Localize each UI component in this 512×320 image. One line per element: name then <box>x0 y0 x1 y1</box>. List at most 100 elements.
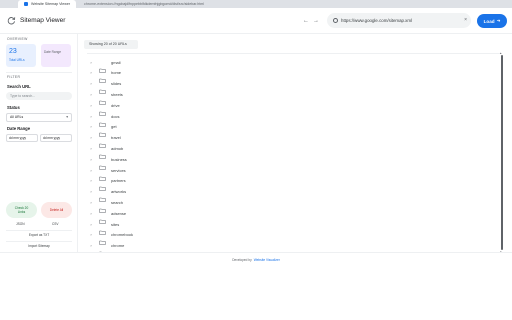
chevron-right-icon[interactable]: › <box>88 146 94 151</box>
tree-row-label: artworks <box>111 189 127 195</box>
export-json-button[interactable]: JSON <box>16 222 25 226</box>
chevron-right-icon[interactable]: › <box>88 70 94 75</box>
tree-row[interactable]: › business <box>87 154 497 170</box>
chevron-right-icon[interactable]: › <box>88 222 94 227</box>
load-button[interactable]: Load ➜ <box>477 14 507 28</box>
chevron-right-icon[interactable]: › <box>88 232 94 237</box>
folder-icon <box>99 103 106 116</box>
chevron-right-icon[interactable]: › <box>88 135 94 140</box>
tree-row[interactable]: › admob <box>87 143 497 159</box>
chevron-right-icon[interactable]: › <box>88 178 94 183</box>
chevron-right-icon[interactable]: › <box>88 211 94 216</box>
export-txt-button[interactable]: Export as TXT <box>6 230 72 238</box>
url-tree: › gmail › home › slides › sheets › drive › docs › get… <box>87 53 500 252</box>
delete-all-button[interactable]: Delete All <box>41 202 72 218</box>
chevron-right-icon[interactable]: › <box>88 92 94 97</box>
tree-row[interactable]: › chrome <box>87 241 497 252</box>
tree-row[interactable]: › services <box>87 165 497 181</box>
back-arrow-icon[interactable]: ← <box>303 17 309 25</box>
tree-row-label: home <box>111 70 122 76</box>
browser-chrome: Website Sitemap Viewer chrome-extension:… <box>0 0 512 8</box>
folder-icon <box>99 222 106 235</box>
globe-icon <box>333 18 338 23</box>
chevron-right-icon[interactable]: › <box>88 189 94 194</box>
tree-row[interactable]: › home <box>87 68 497 84</box>
total-urls-label: Total URLs <box>9 58 25 62</box>
tree-row-label: drive <box>111 102 120 108</box>
tree-row-label: sites <box>111 221 120 227</box>
chevron-right-icon[interactable]: › <box>88 200 94 205</box>
date-from-input[interactable]: dd mm yyyy <box>6 134 38 142</box>
import-sitemap-button[interactable]: Import Sitemap <box>6 241 72 249</box>
tree-row[interactable]: › get <box>87 122 497 138</box>
tree-row-label: chrome <box>111 243 125 249</box>
tree-row-label: admob <box>111 145 124 151</box>
tab-title: Website Sitemap Viewer <box>31 2 71 6</box>
folder-icon <box>99 243 106 252</box>
overview-label: OVERVIEW <box>7 37 28 41</box>
tree-row[interactable]: › gmail <box>87 57 497 73</box>
chevron-right-icon[interactable]: › <box>88 124 94 129</box>
tree-row[interactable]: › adsense <box>87 208 497 224</box>
browser-tab[interactable]: Website Sitemap Viewer <box>18 0 77 8</box>
tree-row[interactable]: › travel <box>87 133 497 148</box>
folder-icon <box>99 168 106 181</box>
sidebar: OVERVIEW 23 Total URLs Date Range FILTER… <box>0 34 78 252</box>
load-button-label: Load <box>483 18 495 24</box>
search-url-input[interactable]: Type to search... <box>6 92 72 100</box>
tree-row-label: business <box>111 156 127 162</box>
forward-arrow-icon[interactable]: → <box>313 17 319 25</box>
tree-row-label: gmail <box>111 59 121 65</box>
date-range-card-label: Date Range <box>44 50 62 54</box>
check-links-button[interactable]: Check 20 Links <box>6 202 37 218</box>
scrollbar[interactable] <box>501 55 503 250</box>
app-header: Sitemap Viewer ← → https://www.google.co… <box>0 8 512 34</box>
folder-icon <box>99 135 106 148</box>
chevron-right-icon[interactable]: › <box>88 81 94 86</box>
folder-icon <box>99 157 106 170</box>
divider <box>6 72 72 73</box>
export-csv-button[interactable]: CSV <box>52 222 59 226</box>
folder-icon <box>99 189 106 202</box>
tree-row[interactable]: › partners <box>87 176 497 192</box>
tree-row-label: docs <box>111 113 120 119</box>
tree-row[interactable]: › chromebook <box>87 230 497 246</box>
chevron-right-icon[interactable]: › <box>88 243 94 248</box>
date-to-input[interactable]: dd mm yyyy <box>40 134 72 142</box>
status-select[interactable]: All URLs ▾ <box>6 113 72 122</box>
tree-row[interactable]: › sheets <box>87 89 497 105</box>
footer-link[interactable]: Website Visualizer <box>254 258 280 262</box>
refresh-icon[interactable] <box>7 16 16 25</box>
app-title: Sitemap Viewer <box>20 17 66 24</box>
folder-icon <box>99 114 106 127</box>
tree-row[interactable]: › artworks <box>87 187 497 202</box>
tree-row-label: services <box>111 167 126 173</box>
tree-row[interactable]: › search <box>87 197 497 213</box>
date-range-card: Date Range <box>41 44 71 67</box>
tree-row-label: search <box>111 199 124 205</box>
tree-row-label: get <box>111 124 117 130</box>
chevron-right-icon[interactable]: › <box>88 157 94 162</box>
sitemap-url-value[interactable]: https://www.google.com/sitemap.xml <box>341 18 412 23</box>
chevron-right-icon[interactable]: › <box>88 103 94 108</box>
folder-icon <box>99 178 106 192</box>
tree-row[interactable]: › slides <box>87 79 497 94</box>
browser-url[interactable]: chrome-extension://ngcbajdlfnppebblfdkde… <box>84 2 204 6</box>
tree-row-label: partners <box>111 178 126 184</box>
tree-row[interactable]: › sites <box>87 219 497 235</box>
search-url-label: Search URL <box>7 84 31 89</box>
tree-row[interactable]: › drive <box>87 100 497 116</box>
footer-prefix: Developed by <box>232 257 252 262</box>
chevron-right-icon[interactable]: › <box>88 168 94 173</box>
chevron-right-icon[interactable]: › <box>88 60 94 65</box>
status-label: Status <box>7 105 20 110</box>
tree-row[interactable]: › docs <box>87 111 497 127</box>
chevron-down-icon: ▾ <box>66 115 68 119</box>
folder-icon <box>99 124 106 138</box>
main-content: Showing 20 of 20 URLs › gmail › home › slides… <box>84 40 506 252</box>
tree-row-label: travel <box>111 135 121 141</box>
chevron-right-icon[interactable]: › <box>88 114 94 119</box>
tree-row-label: sheets <box>111 91 123 97</box>
clear-url-icon[interactable]: × <box>464 17 467 23</box>
sitemap-url-input[interactable]: https://www.google.com/sitemap.xml × <box>327 13 471 28</box>
